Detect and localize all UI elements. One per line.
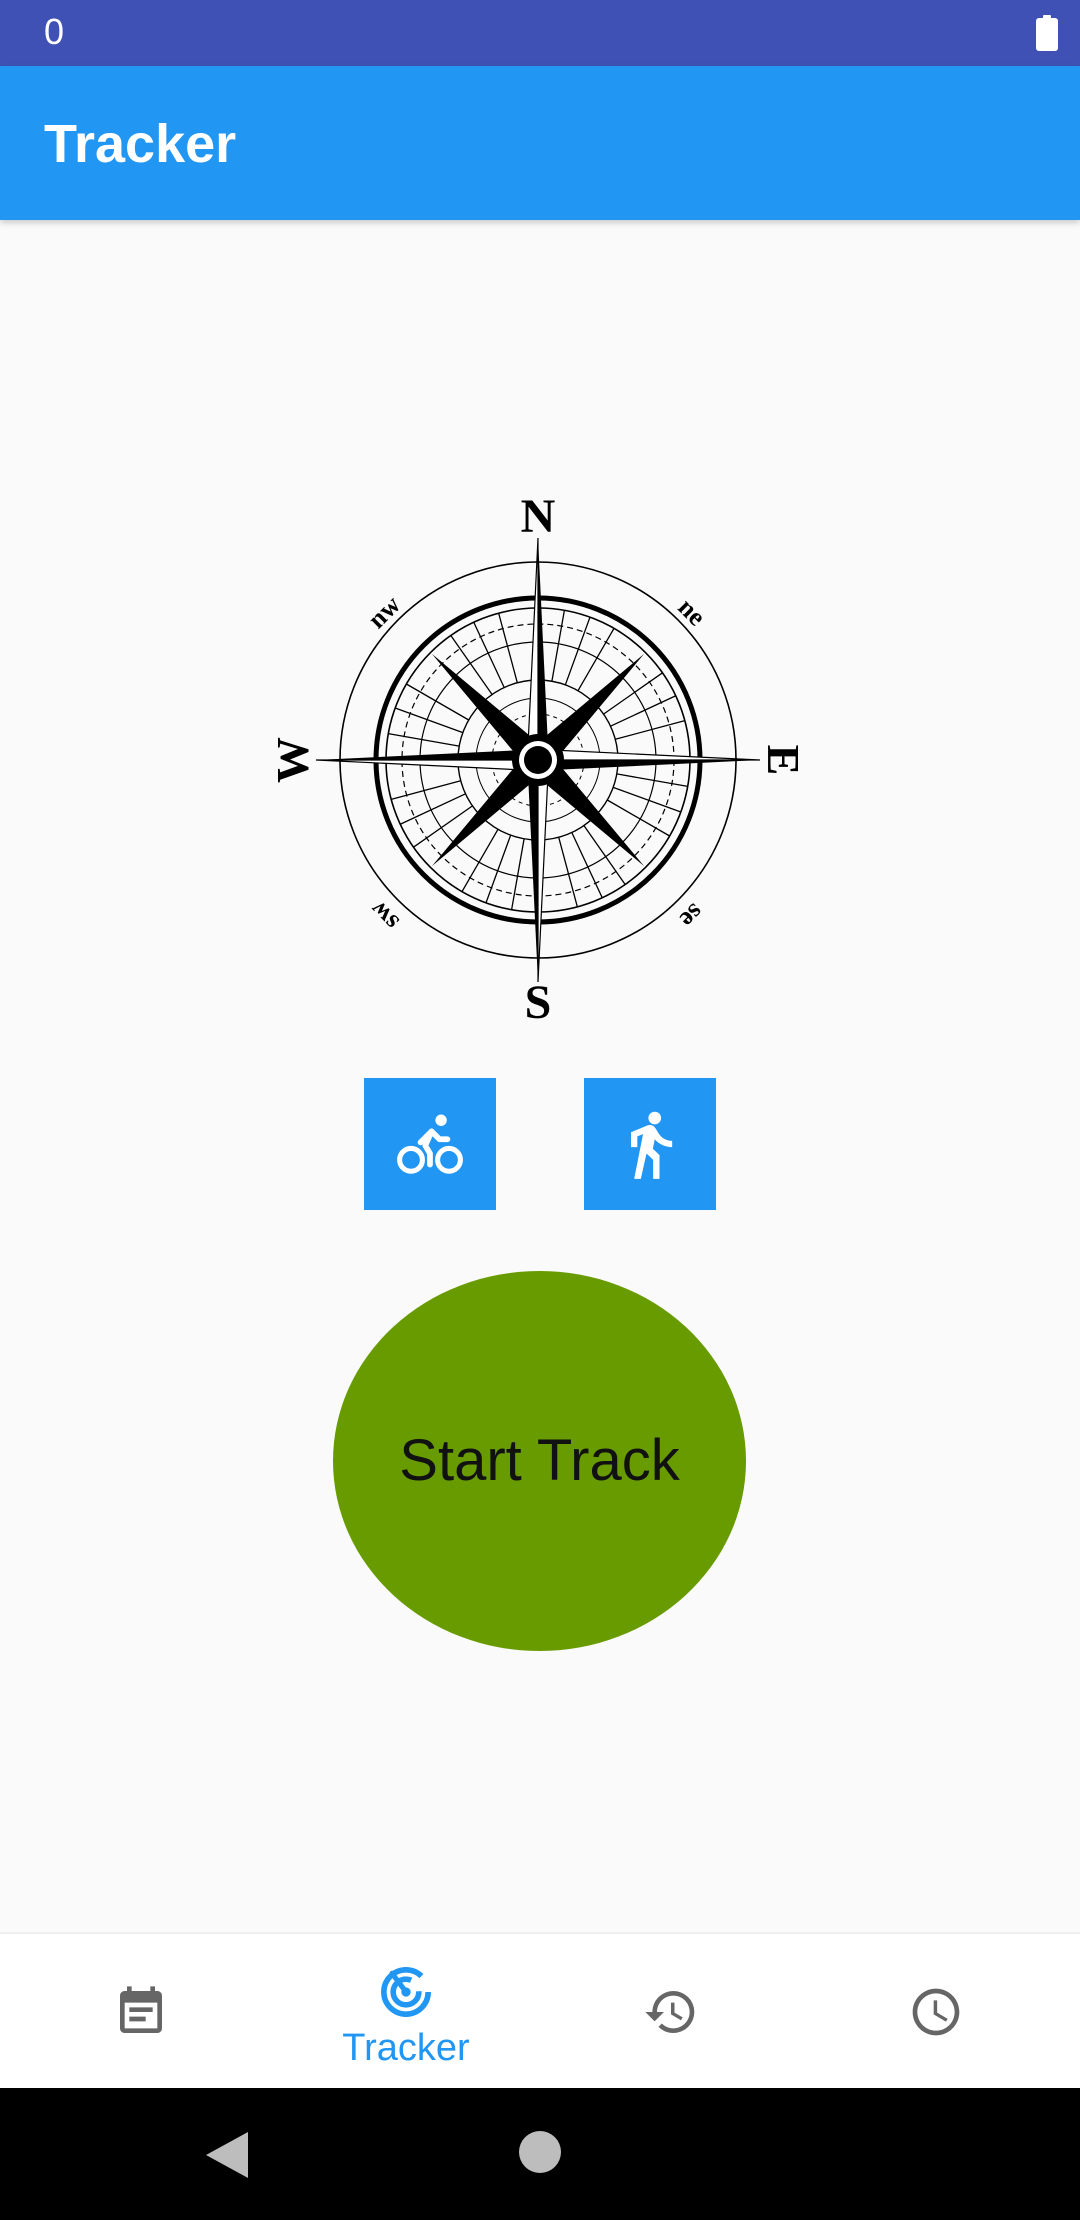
start-track-button[interactable]: Start Track bbox=[333, 1271, 746, 1651]
back-triangle-icon[interactable] bbox=[204, 2130, 250, 2180]
compass-label-north-west: nw bbox=[362, 590, 406, 634]
status-bar: 0 bbox=[0, 0, 1080, 66]
history-icon bbox=[645, 1991, 695, 2033]
battery-full-icon bbox=[1036, 15, 1058, 51]
compass-label-north: N bbox=[521, 490, 556, 543]
nav-item-calendar[interactable] bbox=[6, 1934, 276, 2090]
page-title: Tracker bbox=[44, 114, 237, 174]
compass-label-south: S bbox=[525, 976, 552, 1029]
compass-label-west: W bbox=[268, 737, 318, 783]
clock-icon bbox=[912, 1988, 960, 2036]
compass-rose-image: N S E W ne nw se sw bbox=[268, 490, 808, 1029]
walking-icon bbox=[631, 1111, 673, 1179]
status-notification-count: 0 bbox=[44, 11, 65, 52]
compass-label-south-west: sw bbox=[363, 895, 404, 936]
nav-label-tracker: Tracker bbox=[342, 2027, 470, 2069]
compass-label-east: E bbox=[758, 745, 808, 776]
nav-item-clock[interactable] bbox=[801, 1934, 1071, 2090]
walk-mode-button[interactable] bbox=[584, 1078, 716, 1210]
radar-icon bbox=[381, 1967, 431, 2017]
bottom-navigation: Tracker bbox=[0, 1932, 1080, 2090]
nav-item-tracker[interactable]: Tracker bbox=[271, 1934, 541, 2090]
system-navigation-bar bbox=[0, 2088, 1080, 2220]
calendar-list-icon bbox=[120, 1986, 162, 2033]
nav-item-history[interactable] bbox=[536, 1934, 806, 2090]
bike-mode-button[interactable] bbox=[364, 1078, 496, 1210]
app-bar: Tracker bbox=[0, 66, 1080, 220]
home-circle-icon[interactable] bbox=[518, 2130, 562, 2174]
bicycle-icon bbox=[397, 1114, 463, 1174]
compass-label-north-east: ne bbox=[673, 593, 712, 632]
compass-label-south-east: se bbox=[674, 898, 710, 934]
